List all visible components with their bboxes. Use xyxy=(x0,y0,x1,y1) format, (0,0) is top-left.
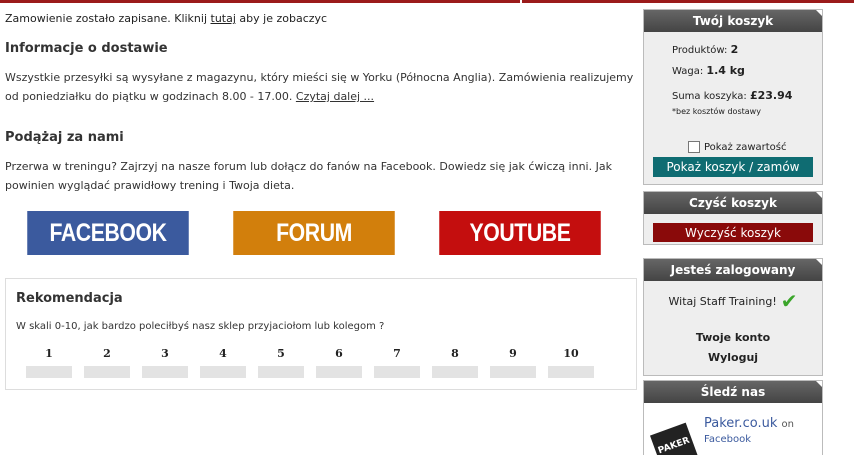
welcome-text: Witaj Staff Training! xyxy=(668,294,777,308)
paker-logo: PAKER xyxy=(649,422,699,455)
recommendation-box: Rekomendacja W skali 0-10, jak bardzo po… xyxy=(5,278,637,390)
order-link[interactable]: tutaj xyxy=(211,12,236,25)
rating-slot[interactable] xyxy=(432,366,478,378)
rating-slot[interactable] xyxy=(200,366,246,378)
rating-slot[interactable] xyxy=(374,366,420,378)
read-more-link[interactable]: Czytaj dalej ... xyxy=(296,90,374,103)
cart-box: Twój koszyk Produktów: 2 Waga: 1.4 kg Su… xyxy=(643,9,823,185)
checkout-button[interactable]: Pokaż koszyk / zamów xyxy=(653,157,813,177)
account-link[interactable]: Twoje konto xyxy=(644,331,822,344)
recommendation-title: Rekomendacja xyxy=(16,291,123,306)
rating-number: 5 xyxy=(277,347,285,360)
show-contents-label: Pokaż zawartość xyxy=(704,141,787,153)
delivery-heading: Informacje o dostawie xyxy=(5,41,168,56)
rating-option[interactable]: 5 xyxy=(258,347,316,378)
check-icon: ✔ xyxy=(780,289,798,313)
sum-value: £23.94 xyxy=(749,89,793,102)
delivery-text: Wszystkie przesyłki są wysyłane z magazy… xyxy=(5,68,635,106)
rating-option[interactable]: 9 xyxy=(490,347,548,378)
rating-number: 7 xyxy=(393,347,401,360)
welcome-row: Witaj Staff Training! ✔ xyxy=(644,289,822,313)
on-text: on xyxy=(781,419,794,430)
rating-scale: 1 2 3 4 5 6 7 8 9 10 xyxy=(26,347,606,378)
youtube-banner[interactable]: YOUTUBE xyxy=(439,211,601,255)
weight-label: Waga: xyxy=(672,66,704,77)
sum-label: Suma koszyka: xyxy=(672,91,747,102)
login-title: Jesteś zalogowany xyxy=(644,259,822,281)
clear-cart-button[interactable]: Wyczyść koszyk xyxy=(653,223,813,242)
rating-slot[interactable] xyxy=(26,366,72,378)
site-name-row: Paker.co.uk on xyxy=(704,416,794,431)
facebook-widget: PAKER Paker.co.uk on Facebook xyxy=(644,403,822,455)
main-content: Zamowienie zostało zapisane. Kliknij tut… xyxy=(0,0,640,455)
paker-page-link[interactable]: Paker.co.uk xyxy=(704,416,777,431)
shipping-note: *bez kosztów dostawy xyxy=(672,107,761,116)
logout-link[interactable]: Wyloguj xyxy=(644,351,822,364)
rating-option[interactable]: 10 xyxy=(548,347,606,378)
rating-slot[interactable] xyxy=(258,366,304,378)
order-saved-notice: Zamowienie zostało zapisane. Kliknij tut… xyxy=(5,12,327,25)
products-value: 2 xyxy=(730,43,739,56)
show-contents-checkbox[interactable] xyxy=(688,141,700,153)
recommendation-question: W skali 0-10, jak bardzo poleciłbyś nasz… xyxy=(16,321,385,332)
rating-option[interactable]: 3 xyxy=(142,347,200,378)
rating-number: 2 xyxy=(103,347,111,360)
weight-value: 1.4 kg xyxy=(706,64,745,77)
cart-summary: Produktów: 2 Waga: 1.4 kg Suma koszyka: … xyxy=(672,40,792,117)
rating-number: 8 xyxy=(451,347,459,360)
rating-option[interactable]: 7 xyxy=(374,347,432,378)
follow-text: Przerwa w treningu? Zajrzyj na nasze for… xyxy=(5,160,612,192)
show-contents-toggle[interactable]: Pokaż zawartość xyxy=(688,141,787,153)
rating-slot[interactable] xyxy=(316,366,362,378)
products-label: Produktów: xyxy=(672,45,728,56)
rating-option[interactable]: 4 xyxy=(200,347,258,378)
network-name[interactable]: Facebook xyxy=(704,434,751,445)
rating-number: 10 xyxy=(563,347,579,360)
cart-title: Twój koszyk xyxy=(644,10,822,32)
follow-box: Śledź nas PAKER Paker.co.uk on Facebook xyxy=(643,380,823,455)
forum-banner[interactable]: FORUM xyxy=(233,211,395,255)
rating-slot[interactable] xyxy=(142,366,188,378)
notice-text-after: aby je zobaczyc xyxy=(235,12,328,25)
rating-number: 1 xyxy=(45,347,53,360)
rating-option[interactable]: 1 xyxy=(26,347,84,378)
rating-slot[interactable] xyxy=(490,366,536,378)
rating-number: 9 xyxy=(509,347,517,360)
rating-option[interactable]: 2 xyxy=(84,347,142,378)
rating-number: 6 xyxy=(335,347,343,360)
notice-text: Zamowienie zostało zapisane. Kliknij xyxy=(5,12,211,25)
rating-option[interactable]: 6 xyxy=(316,347,374,378)
follow-box-title: Śledź nas xyxy=(644,381,822,403)
follow-heading: Podążaj za nami xyxy=(5,130,124,145)
login-box: Jesteś zalogowany Witaj Staff Training! … xyxy=(643,258,823,376)
clear-cart-box: Czyść koszyk Wyczyść koszyk xyxy=(643,191,823,245)
facebook-banner[interactable]: FACEBOOK xyxy=(27,211,189,255)
rating-slot[interactable] xyxy=(84,366,130,378)
clear-cart-title: Czyść koszyk xyxy=(644,192,822,214)
rating-number: 4 xyxy=(219,347,227,360)
rating-number: 3 xyxy=(161,347,169,360)
rating-slot[interactable] xyxy=(548,366,594,378)
rating-option[interactable]: 8 xyxy=(432,347,490,378)
